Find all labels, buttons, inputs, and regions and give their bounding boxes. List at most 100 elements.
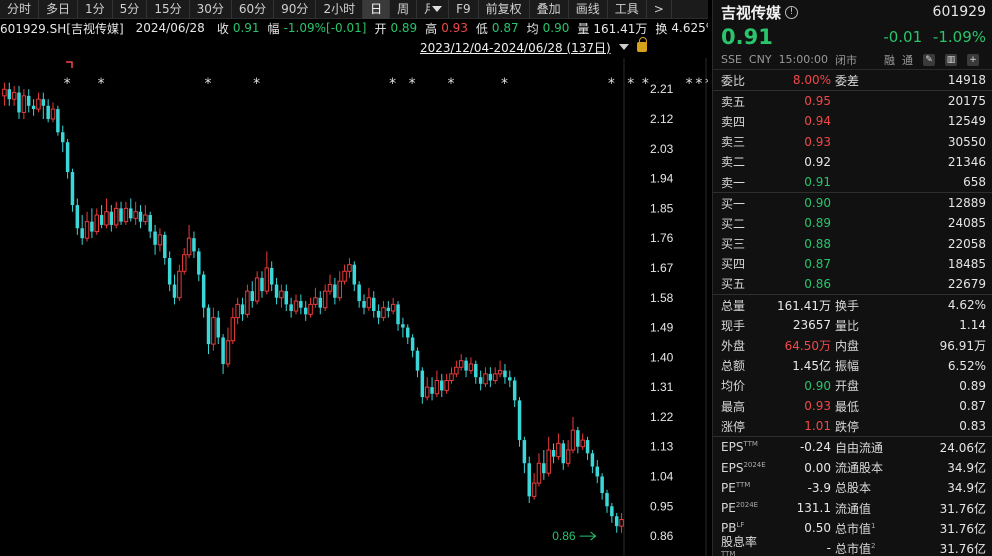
period-tab-4[interactable]: 15分 xyxy=(147,0,190,19)
fundamentals: EPSTTM -0.24 自由流通 24.06亿 EPS2024E 0.00 流通股本 34.… xyxy=(713,437,992,556)
period-tab-5[interactable]: 30分 xyxy=(190,0,232,19)
candle-body-down xyxy=(430,387,434,394)
candle-body-up xyxy=(264,267,270,292)
stat-row: 外盘 64.50万 内盘 96.91万 xyxy=(713,335,992,355)
candle-body-up xyxy=(434,380,440,395)
stat-row: 总额 1.45亿 振幅 6.52% xyxy=(713,356,992,376)
level-label: 卖四 xyxy=(721,114,746,129)
candle-body-down xyxy=(551,450,556,457)
last-price-marker: 0.86 xyxy=(552,529,576,543)
period-tab-12[interactable]: F9 xyxy=(449,0,479,19)
fundamental-row: PE2024E 131.1 流通值 31.76亿 xyxy=(713,498,992,518)
period-tab-11[interactable]: 月 xyxy=(417,0,450,19)
candle-body-down xyxy=(129,208,133,219)
candle-body-down xyxy=(80,228,84,239)
level-volume: 22679 xyxy=(947,276,986,291)
candle-body-up xyxy=(327,284,333,292)
candle-body-down xyxy=(522,440,527,464)
fund-label-sup: TTM xyxy=(721,549,736,556)
level-label: 买三 xyxy=(721,237,746,252)
stat-label-2: 最低 xyxy=(835,399,860,414)
candle-body-up xyxy=(337,280,342,299)
period-tab-15[interactable]: 画线 xyxy=(569,0,608,19)
period-tab-17[interactable]: > xyxy=(647,0,672,19)
chart-icon[interactable]: ▥ xyxy=(945,53,957,66)
volume-label: 量 xyxy=(577,21,590,36)
fund-value-2: 31.76亿 xyxy=(939,501,986,516)
level-volume: 24085 xyxy=(947,216,986,231)
candle-body-up xyxy=(36,98,41,110)
y-tick-label: 1.85 xyxy=(650,201,674,215)
level-volume: 12549 xyxy=(947,114,986,129)
stat-value-2: 1.14 xyxy=(959,318,986,333)
candle-body-up xyxy=(449,373,454,382)
candle-body-up xyxy=(580,439,585,448)
candle-body-down xyxy=(478,377,483,384)
level-label: 买二 xyxy=(721,216,746,231)
period-tab-13[interactable]: 前复权 xyxy=(479,0,530,19)
buy-level-row: 买五 0.86 22679 xyxy=(713,274,992,294)
candle-body-up xyxy=(50,108,56,120)
change-amount: -0.01 xyxy=(883,28,923,46)
margin-label: 融 xyxy=(884,53,895,67)
fund-label-2-sup: 1 xyxy=(871,521,876,530)
stat-value-2: 6.52% xyxy=(947,358,986,373)
level-volume: 30550 xyxy=(947,134,986,149)
candlestick-chart[interactable]: 2.21 2.12 2.03 1.94 1.85 1.76 1.67 1.58 1.49 1.40… xyxy=(0,58,708,556)
candle-body-down xyxy=(614,516,619,527)
candle-body-up xyxy=(84,221,90,239)
period-tab-9[interactable]: 日 xyxy=(363,0,391,19)
fund-label-text: PE xyxy=(721,480,736,495)
period-tab-10[interactable]: 周 xyxy=(390,0,418,19)
ratio-value: 8.00% xyxy=(792,73,831,88)
turnover-label: 换 xyxy=(655,21,668,36)
period-tab-3[interactable]: 5分 xyxy=(113,0,148,19)
candle-body-down xyxy=(352,264,357,285)
candle-body-down xyxy=(274,284,279,298)
date-range-selector[interactable]: 2023/12/04-2024/06/28 (137日) xyxy=(420,37,647,56)
stat-label-2: 跌停 xyxy=(835,419,860,434)
y-tick-label: 1.04 xyxy=(650,469,674,483)
connect-label: 通 xyxy=(902,53,913,67)
period-tab-16[interactable]: 工具 xyxy=(608,0,647,19)
y-tick-label: 1.67 xyxy=(650,261,674,275)
candle-body-down xyxy=(318,297,323,308)
candle-body-down xyxy=(595,466,600,477)
lock-icon[interactable] xyxy=(636,37,647,52)
candle-body-up xyxy=(157,234,163,246)
range-dropdown-icon[interactable] xyxy=(618,44,629,50)
fund-label-sup: TTM xyxy=(735,480,751,489)
candle-body-down xyxy=(401,324,405,328)
candle-body-up xyxy=(458,360,464,368)
period-tab-2[interactable]: 1分 xyxy=(78,0,113,19)
candle-body-up xyxy=(143,214,148,223)
level-label: 卖三 xyxy=(721,135,746,150)
ratio-label: 委比 xyxy=(721,73,746,88)
period-tab-6[interactable]: 60分 xyxy=(232,0,275,19)
add-icon[interactable]: + xyxy=(967,53,979,66)
stat-value: 0.90 xyxy=(804,378,831,393)
change-percent: -1.09% xyxy=(932,28,986,46)
date-range-text[interactable]: 2023/12/04-2024/06/28 (137日) xyxy=(420,39,611,56)
low-value: 0.87 xyxy=(491,21,519,35)
period-tab-8[interactable]: 2小时 xyxy=(316,0,364,19)
candle-body-up xyxy=(424,386,430,398)
fund-label: PETTM xyxy=(721,481,769,495)
candle-body-down xyxy=(410,337,415,351)
candle-body-up xyxy=(347,264,352,272)
period-tab-0[interactable]: 分时 xyxy=(0,0,40,19)
period-tab-1[interactable]: 多日 xyxy=(39,0,79,19)
period-tab-14[interactable]: 叠加 xyxy=(530,0,569,19)
dropdown-caret-icon[interactable] xyxy=(432,6,443,12)
candle-body-down xyxy=(56,109,60,133)
open-label: 开 xyxy=(374,21,387,36)
edit-icon[interactable]: ✎ xyxy=(923,53,935,66)
event-marker: * xyxy=(447,76,454,92)
level-price: 0.86 xyxy=(804,276,831,291)
stat-value: 161.41万 xyxy=(777,298,831,313)
period-tab-7[interactable]: 90分 xyxy=(274,0,317,19)
y-tick-label: 2.21 xyxy=(650,82,674,96)
fund-value: -0.24 xyxy=(799,440,831,455)
info-icon[interactable]: ! xyxy=(785,5,799,19)
level-label: 卖五 xyxy=(721,94,746,109)
